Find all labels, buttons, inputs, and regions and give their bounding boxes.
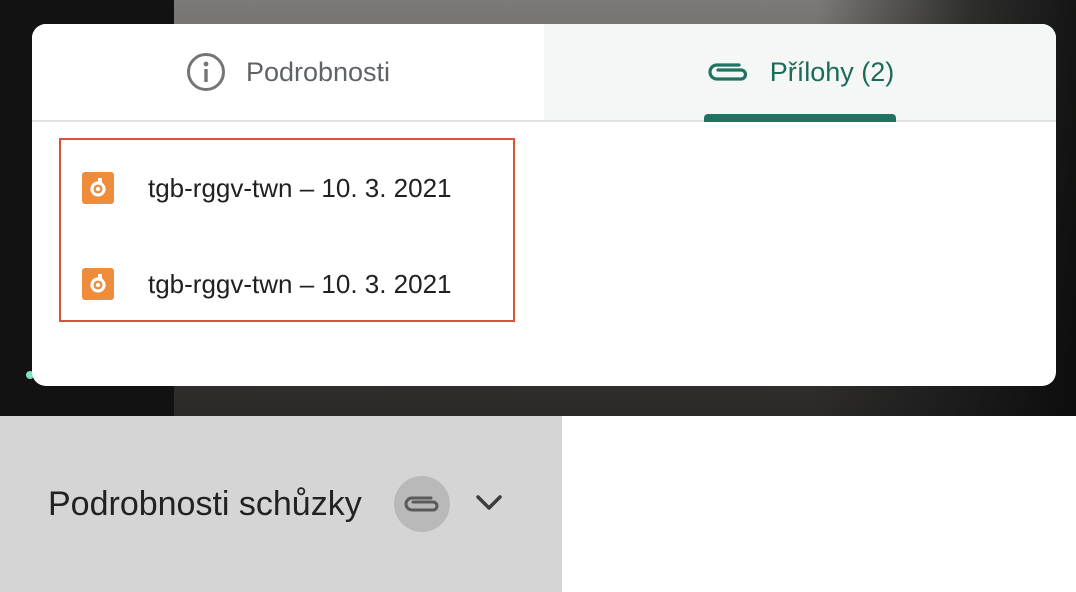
file-name: tgb-rggv-twn – 10. 3. 2021	[148, 268, 452, 299]
info-popup: Podrobnosti Přílohy (2) tgb-rggv-twn – 1…	[32, 24, 1056, 386]
paperclip-icon	[404, 496, 439, 512]
tab-bar: Podrobnosti Přílohy (2)	[32, 24, 1056, 122]
tab-details-label: Podrobnosti	[245, 56, 391, 87]
info-icon	[186, 53, 225, 91]
meeting-details-title: Podrobnosti schůzky	[48, 485, 362, 523]
attachment-indicator-button[interactable]	[394, 476, 450, 532]
paperclip-icon	[708, 63, 747, 81]
jamboard-file-icon	[82, 172, 114, 204]
tab-attachments[interactable]: Přílohy (2)	[544, 24, 1056, 122]
attachments-list: tgb-rggv-twn – 10. 3. 2021 tgb-rggv-twn …	[59, 138, 515, 322]
expand-button[interactable]	[472, 488, 506, 518]
chevron-down-icon	[476, 495, 502, 510]
tab-details[interactable]: Podrobnosti	[32, 24, 544, 120]
active-tab-indicator	[704, 114, 896, 122]
tab-attachments-label: Přílohy (2)	[769, 56, 895, 87]
list-item[interactable]: tgb-rggv-twn – 10. 3. 2021	[61, 158, 513, 218]
list-item[interactable]: tgb-rggv-twn – 10. 3. 2021	[61, 254, 513, 314]
file-name: tgb-rggv-twn – 10. 3. 2021	[148, 172, 452, 203]
jamboard-file-icon	[82, 268, 114, 300]
